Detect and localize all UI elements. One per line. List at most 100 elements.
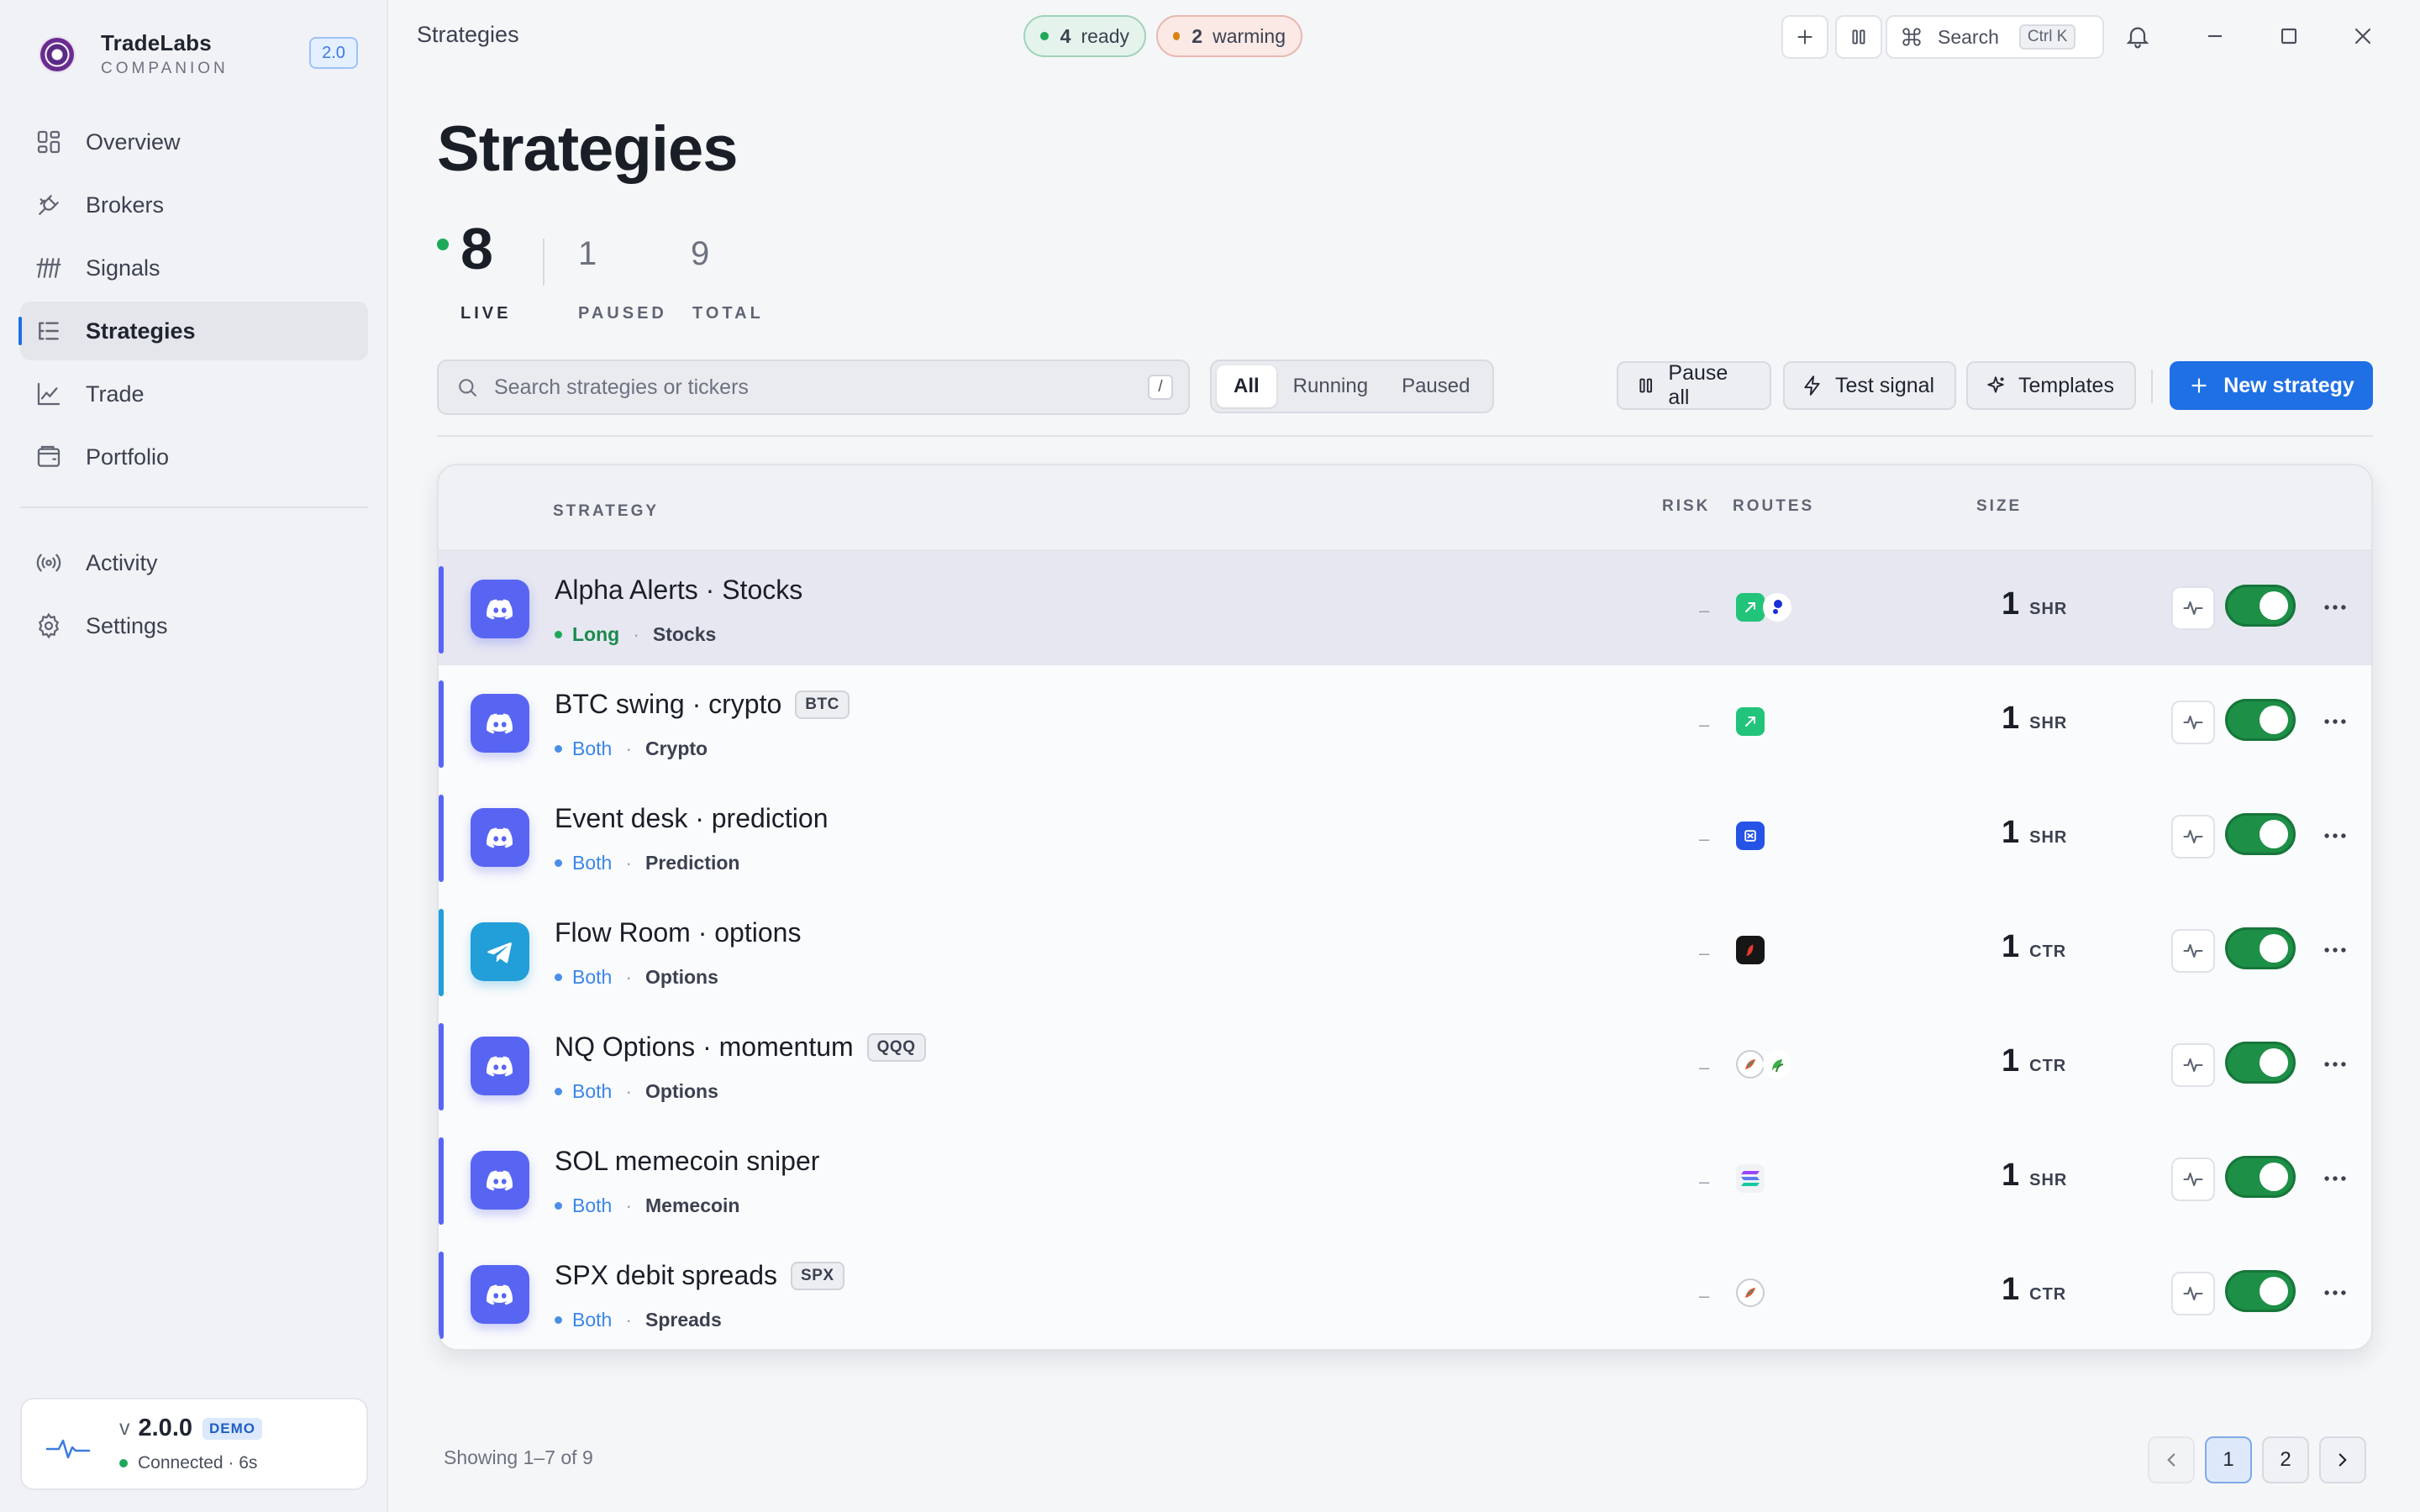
size-unit: SHR <box>2029 828 2068 847</box>
routes[interactable] <box>1736 936 1765 964</box>
pause-all-button[interactable]: Pause all <box>1617 361 1771 410</box>
sidebar-item-signals[interactable]: Signals <box>20 239 368 297</box>
strategy-name[interactable]: Event desk · prediction <box>555 803 829 834</box>
command-search-button[interactable]: Search Ctrl K <box>1886 15 2104 59</box>
table-row[interactable]: NQ Options · momentum QQQ Both · Options… <box>439 1008 2371 1122</box>
pause-button[interactable] <box>1835 15 1882 59</box>
live-indicator-dot <box>437 239 449 250</box>
table-row[interactable]: Flow Room · options Both · Options – 1 C… <box>439 894 2371 1008</box>
discord-icon <box>471 1265 529 1324</box>
table-row[interactable]: Alpha Alerts · Stocks Long · Stocks – 1 … <box>439 551 2371 665</box>
routes[interactable] <box>1736 593 1791 622</box>
brand[interactable]: TradeLabs COMPANION <box>40 30 229 78</box>
bell-icon[interactable] <box>2124 23 2151 50</box>
more-icon[interactable] <box>2321 936 2349 964</box>
strategy-name[interactable]: NQ Options · momentum QQQ <box>555 1032 926 1063</box>
top-bar: Strategies 4 ready 2 warming Search Ctrl… <box>390 0 2420 72</box>
maximize-icon[interactable] <box>2275 23 2302 50</box>
page-button-2[interactable]: 2 <box>2262 1436 2309 1483</box>
ready-status-pill[interactable]: 4 ready <box>1023 15 1146 57</box>
new-strategy-label: New strategy <box>2223 373 2354 397</box>
more-icon[interactable] <box>2321 1278 2349 1307</box>
strategy-name[interactable]: SOL memecoin sniper <box>555 1146 819 1177</box>
strategy-toggle[interactable] <box>2225 813 2296 855</box>
activity-button[interactable] <box>2171 1272 2215 1315</box>
more-icon[interactable] <box>2321 593 2349 622</box>
templates-button[interactable]: Templates <box>1966 361 2136 410</box>
filter-running[interactable]: Running <box>1276 365 1385 407</box>
table-row[interactable]: BTC swing · crypto BTC Both · Crypto – 1… <box>439 665 2371 780</box>
toggle-knob <box>2260 1277 2288 1305</box>
test-signal-button[interactable]: Test signal <box>1783 361 1956 410</box>
routes[interactable] <box>1736 1050 1791 1079</box>
filter-all[interactable]: All <box>1217 365 1276 407</box>
strategy-toggle[interactable] <box>2225 585 2296 627</box>
risk-value: – <box>1699 1285 1710 1306</box>
header-size[interactable]: SIZE <box>1976 497 2022 516</box>
more-icon[interactable] <box>2321 822 2349 850</box>
more-icon[interactable] <box>2321 1050 2349 1079</box>
sidebar-item-brokers[interactable]: Brokers <box>20 176 368 234</box>
next-page-button[interactable] <box>2319 1436 2366 1483</box>
sidebar-item-trade[interactable]: Trade <box>20 365 368 423</box>
table-row[interactable]: SOL memecoin sniper Both · Memecoin – 1 … <box>439 1122 2371 1236</box>
table-row[interactable]: SPX debit spreads SPX Both · Spreads – 1… <box>439 1236 2371 1349</box>
strategy-search[interactable]: / <box>437 360 1190 415</box>
add-button[interactable] <box>1781 15 1828 59</box>
status-dot <box>119 1459 128 1467</box>
header-risk[interactable]: RISK <box>1662 497 1710 516</box>
activity-button[interactable] <box>2171 701 2215 744</box>
strategy-name[interactable]: BTC swing · crypto BTC <box>555 689 850 720</box>
activity-button[interactable] <box>2171 929 2215 973</box>
sidebar-item-portfolio[interactable]: Portfolio <box>20 428 368 486</box>
discord-icon <box>471 694 529 753</box>
pulse-icon <box>2183 943 2203 958</box>
more-icon[interactable] <box>2321 707 2349 736</box>
activity-button[interactable] <box>2171 1158 2215 1201</box>
table-row[interactable]: Event desk · prediction Both · Predictio… <box>439 780 2371 894</box>
size-unit: CTR <box>2029 942 2067 961</box>
broker-plant-icon <box>1763 1050 1791 1079</box>
activity-button[interactable] <box>2171 815 2215 858</box>
strategy-name[interactable]: Alpha Alerts · Stocks <box>555 575 802 606</box>
ticker-badge: SPX <box>791 1261 844 1290</box>
strategy-name[interactable]: Flow Room · options <box>555 917 801 948</box>
size-value: 1 SHR <box>2002 1158 2067 1194</box>
routes[interactable] <box>1736 707 1765 736</box>
strategy-toggle[interactable] <box>2225 1270 2296 1312</box>
strategy-toggle[interactable] <box>2225 927 2296 969</box>
minimize-icon[interactable] <box>2202 23 2228 50</box>
routes[interactable] <box>1736 1278 1765 1307</box>
sidebar-item-settings[interactable]: Settings <box>20 596 368 655</box>
close-icon[interactable] <box>2349 23 2376 50</box>
activity-button[interactable] <box>2171 1043 2215 1087</box>
sidebar-item-strategies[interactable]: Strategies <box>18 302 368 360</box>
strategy-toggle[interactable] <box>2225 1042 2296 1084</box>
filter-paused[interactable]: Paused <box>1385 365 1486 407</box>
sidebar-item-overview[interactable]: Overview <box>20 113 368 171</box>
page-button-1[interactable]: 1 <box>2205 1436 2252 1483</box>
direction-dot <box>555 745 562 753</box>
strategy-toggle[interactable] <box>2225 1156 2296 1198</box>
routes[interactable] <box>1736 822 1765 850</box>
header-routes[interactable]: ROUTES <box>1733 497 1814 516</box>
strategy-meta: Both · Options <box>555 1080 718 1103</box>
discord-icon <box>471 580 529 638</box>
warming-status-pill[interactable]: 2 warming <box>1156 15 1302 57</box>
strategy-name-text: Alpha Alerts · Stocks <box>555 575 803 605</box>
prev-page-button[interactable] <box>2148 1436 2195 1483</box>
new-strategy-button[interactable]: New strategy <box>2170 361 2373 410</box>
strategy-toggle[interactable] <box>2225 699 2296 741</box>
search-input[interactable] <box>494 375 1150 400</box>
header-strategy[interactable]: STRATEGY <box>553 502 659 521</box>
sidebar-item-activity[interactable]: Activity <box>20 533 368 592</box>
app-subtitle: COMPANION <box>101 60 229 77</box>
activity-button[interactable] <box>2171 586 2215 630</box>
routes[interactable] <box>1736 1164 1765 1193</box>
direction-dot <box>555 974 562 981</box>
more-icon[interactable] <box>2321 1164 2349 1193</box>
version-card[interactable]: v 2.0.0 DEMO Connected · 6s <box>20 1398 368 1490</box>
separator: · <box>625 1194 632 1216</box>
strategy-name[interactable]: SPX debit spreads SPX <box>555 1260 844 1291</box>
app-logo <box>40 37 74 71</box>
